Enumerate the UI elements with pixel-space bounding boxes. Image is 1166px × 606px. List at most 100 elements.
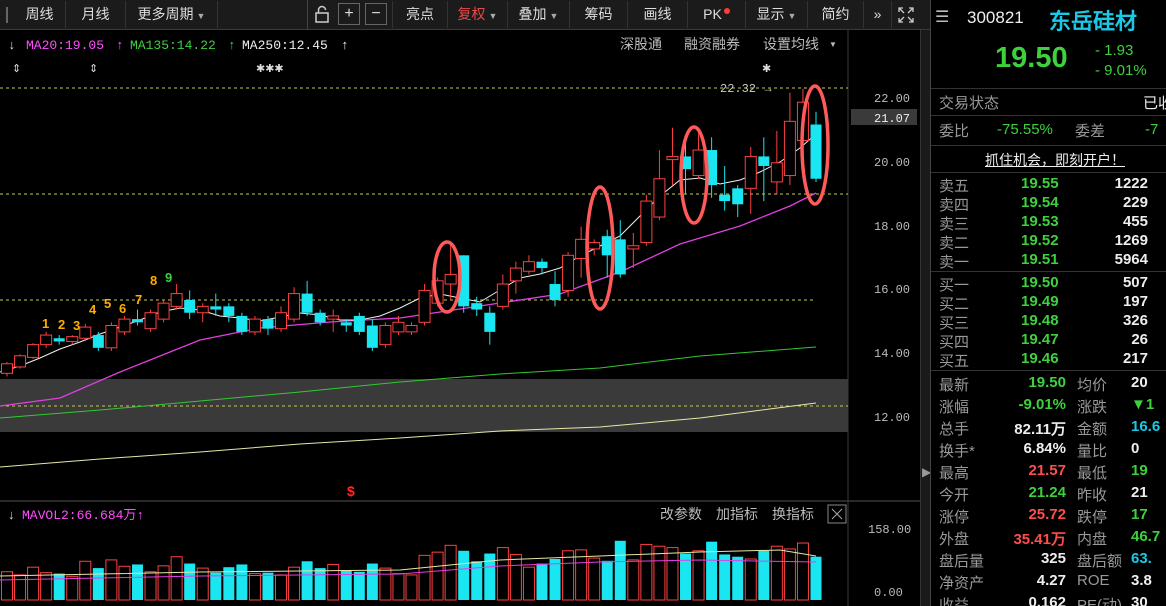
candle-up[interactable]: [14, 355, 27, 368]
stat-value: 82.11万: [1014, 421, 1066, 438]
candle-up[interactable]: [562, 254, 575, 291]
fullscreen-button[interactable]: [892, 1, 920, 28]
buy-level-volume: 26: [1131, 331, 1148, 348]
rzrq-link[interactable]: 融资融券: [684, 36, 740, 52]
switch-indicator-link[interactable]: 换指标: [772, 506, 814, 522]
draw-line-button[interactable]: 画线: [628, 1, 688, 28]
volume-bar: [118, 565, 131, 601]
candle-down[interactable]: [353, 315, 365, 332]
candle-up[interactable]: [275, 312, 288, 330]
candle-down[interactable]: [340, 322, 352, 326]
candle-down[interactable]: [366, 325, 378, 348]
price-chart[interactable]: ↓ MA20:19.05 ↑ MA135:14.22 ↑ MA250:12.45…: [0, 30, 920, 500]
candle-up[interactable]: [392, 321, 405, 333]
display-dropdown[interactable]: 显示 ▼: [746, 1, 808, 28]
menu-icon[interactable]: ☰: [935, 7, 949, 27]
volume-bar: [601, 560, 613, 600]
overlay-dropdown[interactable]: 叠加 ▼: [508, 1, 570, 28]
candle-up[interactable]: [653, 178, 666, 218]
candle-down[interactable]: [601, 236, 613, 256]
lock-icon[interactable]: [311, 3, 333, 25]
pk-button[interactable]: PK: [688, 1, 746, 28]
candle-up[interactable]: [196, 305, 209, 314]
candle-up[interactable]: [248, 318, 261, 333]
candle-up[interactable]: [170, 293, 183, 307]
candle-up[interactable]: [692, 149, 705, 177]
candle-down[interactable]: [549, 284, 561, 300]
stat-value: 46.7: [1131, 528, 1161, 545]
promo-link[interactable]: 抓住机会，即刻开户！: [985, 150, 1125, 170]
volume-bar: [275, 574, 288, 601]
tab-month[interactable]: 月线: [66, 1, 126, 28]
zoom-out-button[interactable]: −: [365, 3, 387, 25]
candle-up[interactable]: [640, 200, 653, 244]
set-ma-link[interactable]: 设置均线: [763, 36, 819, 52]
candle-up[interactable]: [770, 162, 783, 183]
candle-up[interactable]: [105, 324, 118, 349]
candle-up[interactable]: [288, 293, 301, 320]
edit-params-link[interactable]: 改参数: [660, 506, 702, 522]
candle-up[interactable]: [575, 238, 588, 259]
stat-value: 6.84%: [1023, 440, 1066, 457]
candle-down[interactable]: [732, 188, 744, 205]
candle-down[interactable]: [471, 303, 483, 310]
candle-down[interactable]: [719, 194, 731, 202]
candle-down[interactable]: [758, 156, 770, 166]
candle-down[interactable]: [210, 306, 222, 310]
fuquan-dropdown[interactable]: 复权 ▼: [448, 1, 508, 28]
candle-up[interactable]: [379, 324, 392, 346]
chips-button[interactable]: 筹码: [570, 1, 628, 28]
volume-chart[interactable]: ↓ MAVOL2:66.684万 ↑ 改参数 加指标 换指标 158.00 0.…: [0, 500, 920, 606]
fast-forward-button[interactable]: »: [864, 1, 892, 28]
candle-up[interactable]: [496, 283, 509, 307]
candle-up[interactable]: [666, 155, 679, 161]
zoom-in-button[interactable]: +: [338, 3, 360, 25]
volume-bar: [810, 556, 822, 600]
candle-up[interactable]: [66, 336, 79, 342]
bright-button[interactable]: 亮点: [392, 1, 448, 28]
volume-bar: [170, 556, 183, 601]
candle-up[interactable]: [522, 261, 535, 272]
candle-up[interactable]: [157, 302, 170, 320]
candle-up[interactable]: [444, 273, 457, 285]
candle-down[interactable]: [484, 312, 496, 332]
candle-down[interactable]: [536, 261, 548, 269]
candle-up[interactable]: [418, 289, 431, 323]
candle-down[interactable]: [810, 124, 822, 179]
candle-up[interactable]: [79, 326, 92, 339]
candle-up[interactable]: [144, 312, 157, 330]
add-indicator-link[interactable]: 加指标: [716, 506, 758, 522]
tab-week[interactable]: 周线: [14, 1, 66, 28]
candle-down[interactable]: [262, 319, 274, 329]
panel-collapse-bar[interactable]: ▶: [920, 30, 931, 606]
volume-bar: [236, 564, 248, 600]
candle-up[interactable]: [588, 242, 601, 250]
candle-down[interactable]: [131, 319, 143, 323]
candle-up[interactable]: [27, 344, 40, 358]
candle-up[interactable]: [627, 245, 640, 250]
candle-up[interactable]: [783, 120, 796, 177]
simple-button[interactable]: 简约: [808, 1, 864, 28]
candle-up[interactable]: [40, 334, 53, 346]
candle-up[interactable]: [118, 318, 131, 333]
candle-down[interactable]: [236, 315, 248, 332]
candle-up[interactable]: [744, 155, 757, 189]
divider: [931, 145, 1166, 146]
collapse-handle[interactable]: [0, 1, 14, 28]
candle-up[interactable]: [327, 315, 340, 320]
candle-up[interactable]: [509, 267, 522, 282]
candle-down[interactable]: [184, 299, 196, 313]
price-tick-current: 21.07: [874, 112, 910, 126]
more-periods-dropdown[interactable]: 更多周期 ▼: [126, 1, 218, 28]
candle-down[interactable]: [223, 306, 235, 316]
candle-up[interactable]: [405, 324, 418, 333]
sell-signal-icon: $: [347, 483, 355, 499]
candle-down[interactable]: [301, 293, 313, 313]
shengu-link[interactable]: 深股通: [620, 36, 662, 52]
candle-down[interactable]: [92, 335, 104, 348]
candle-up[interactable]: [1, 363, 13, 374]
candle-down[interactable]: [614, 239, 626, 275]
candle-down[interactable]: [314, 312, 326, 323]
candle-down[interactable]: [53, 338, 65, 342]
toolbar: 周线 月线 更多周期 ▼ + − 亮点 复权 ▼ 叠加 ▼ 筹码 画线 PK 显示 ▼ …: [0, 0, 930, 30]
